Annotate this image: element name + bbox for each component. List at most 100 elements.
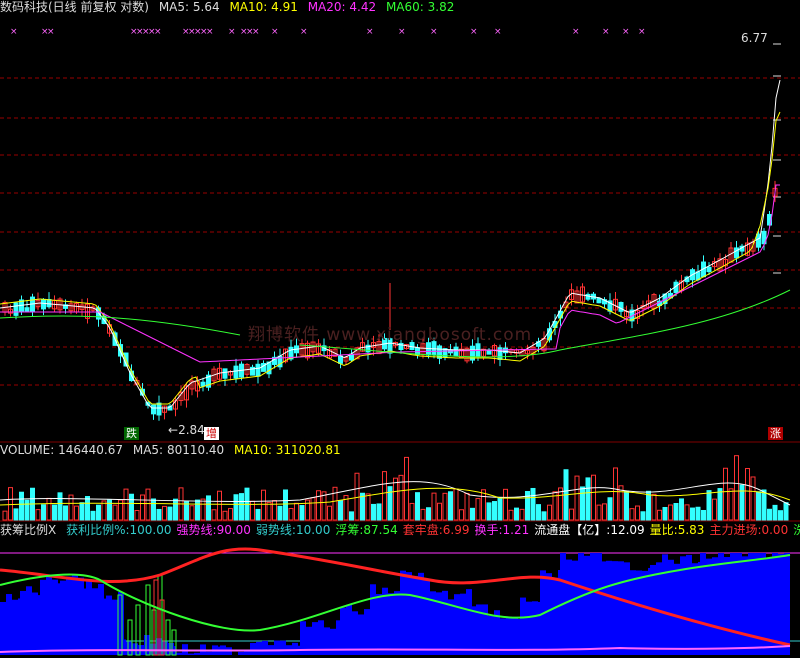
volume-ma10-value: 311020.81 (275, 443, 341, 457)
profit-ratio-bar (72, 574, 78, 655)
profit-ratio-bar (730, 553, 736, 655)
profit-ratio-bar (636, 570, 642, 655)
profit-ratio-bar (482, 604, 488, 655)
profit-ratio-bar (340, 607, 346, 655)
volume-bar (756, 491, 761, 521)
indicator-value-8: 0.00 (761, 523, 789, 537)
volume-bar (772, 504, 778, 521)
candle (41, 298, 46, 310)
profit-ratio-bar (578, 553, 584, 655)
volume-bar (24, 499, 30, 521)
volume-bar (123, 488, 129, 521)
profit-ratio-bar (718, 553, 724, 655)
profit-ratio-bar (250, 642, 256, 655)
profit-ratio-bar (784, 553, 790, 655)
profit-ratio-bar (736, 553, 742, 655)
profit-ratio-bar (66, 576, 72, 655)
profit-ratio-bar (686, 554, 692, 655)
volume-bar (409, 502, 415, 521)
profit-ratio-bar (144, 635, 150, 655)
indicator-value-3: 87.54 (363, 523, 398, 537)
event-marker: × (494, 27, 502, 37)
indicator-label-1: 强势线: (176, 523, 217, 537)
event-marker: × (398, 27, 406, 37)
profit-ratio-bar (60, 580, 66, 655)
event-marker: × (622, 27, 630, 37)
volume-bar (233, 494, 239, 521)
profit-ratio-bar (546, 573, 552, 655)
volume-bar (530, 487, 536, 521)
profit-ratio-bar (92, 588, 98, 655)
volume-bar (294, 502, 299, 521)
volume-bar (96, 504, 101, 521)
profit-ratio-bar (156, 638, 162, 655)
volume-bar (481, 489, 486, 521)
volume-bar (41, 504, 46, 521)
volume-bar (288, 508, 294, 521)
candle (453, 346, 459, 357)
event-marker: × (366, 27, 374, 37)
volume-bar (657, 509, 662, 521)
indicator-value-5: 1.21 (502, 523, 530, 537)
ma5-line (0, 79, 781, 409)
volume-bar (195, 499, 200, 521)
profit-ratio-bar (162, 641, 168, 655)
event-marker: × (154, 27, 162, 37)
indicator-label-0: 获利比例%: (66, 523, 130, 537)
volume-bar (354, 472, 360, 521)
volume-bar (558, 487, 563, 521)
indicator-label-2: 弱势线: (255, 523, 296, 537)
volume-bar (607, 497, 613, 521)
profit-ratio-bar (668, 559, 674, 655)
profit-ratio-bar (12, 599, 18, 655)
volume-bar (629, 508, 635, 521)
profit-ratio-bar (120, 639, 126, 655)
volume-bar (618, 485, 624, 521)
profit-ratio-bar (418, 572, 424, 655)
profit-ratio-bar (442, 590, 448, 655)
profit-ratio-bar (400, 570, 406, 655)
volume-bar (211, 509, 217, 521)
volume-bar (52, 504, 57, 521)
volume-bar (717, 488, 723, 521)
volume-bar (453, 488, 459, 521)
volume-bar (277, 505, 283, 521)
profit-ratio-bar (454, 594, 460, 655)
volume-bar (591, 474, 596, 521)
volume-header: VOLUME: 146440.67 MA5: 80110.40 MA10: 31… (0, 443, 341, 457)
profit-ratio-bar (552, 577, 558, 655)
event-marker: × (300, 27, 308, 37)
volume-bar (261, 489, 266, 521)
volume-bar (8, 487, 13, 521)
volume-bar (283, 489, 288, 521)
profit-ratio-bar (176, 652, 182, 655)
volume-bar (167, 506, 173, 521)
profit-ratio-bar (26, 586, 32, 655)
profit-ratio-bar (188, 653, 194, 655)
volume-bar (371, 503, 376, 521)
volume-bar (728, 488, 734, 521)
volume-bar (668, 504, 673, 521)
profit-ratio-bar (382, 587, 388, 655)
volume-bar (431, 492, 437, 521)
indicator-value-1: 90.00 (216, 523, 251, 537)
indicator-value-2: 10.00 (295, 523, 331, 537)
volume-bar (200, 498, 206, 521)
volume-bar (327, 505, 332, 521)
indicator-name[interactable]: 获筹比例X (0, 523, 56, 537)
profit-ratio-bar (324, 627, 330, 655)
profit-ratio-bar (724, 557, 730, 655)
indicator-label-7: 量比: (649, 523, 678, 537)
volume-bar (640, 511, 646, 521)
volume-bar (134, 510, 140, 521)
indicator-value-0: 100.00 (129, 523, 172, 537)
volume-bar (761, 489, 767, 521)
profit-ratio-bar (106, 595, 112, 655)
volume-bar (145, 488, 151, 521)
candle (596, 297, 602, 304)
volume-bar (365, 493, 371, 521)
event-marker: × (430, 27, 438, 37)
ma60-line (0, 315, 241, 336)
candle (338, 355, 343, 364)
volume-bar (679, 498, 684, 521)
